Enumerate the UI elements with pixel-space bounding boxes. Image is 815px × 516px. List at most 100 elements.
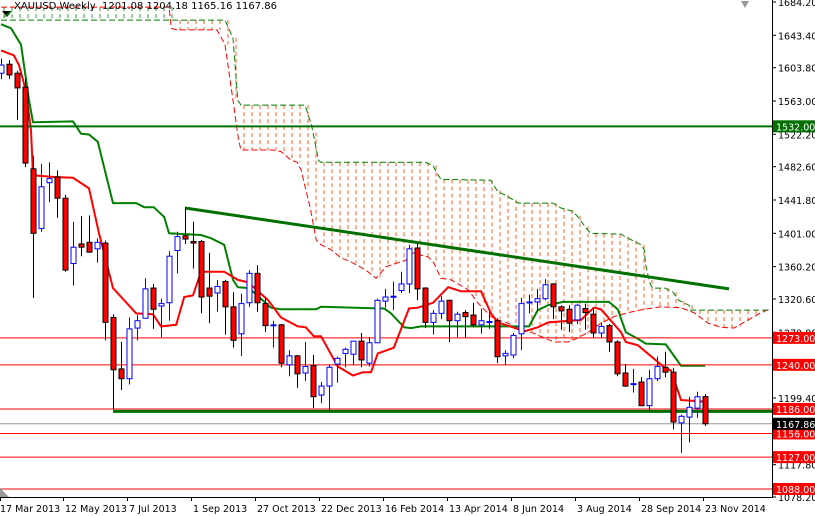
level-label: 1156.00 bbox=[776, 429, 815, 440]
candle-body bbox=[646, 378, 653, 407]
bear-candle bbox=[78, 216, 85, 257]
candle-body bbox=[398, 283, 405, 292]
price-chart[interactable]: 1684.201643.401603.801563.001522.201482.… bbox=[0, 0, 815, 516]
candle-body bbox=[30, 168, 37, 234]
candle-body bbox=[318, 385, 325, 396]
candle-body bbox=[558, 306, 565, 312]
candle-body bbox=[502, 352, 509, 357]
candle-body bbox=[694, 396, 701, 409]
candle-body bbox=[374, 299, 381, 344]
candle-body bbox=[118, 368, 125, 380]
candles bbox=[0, 58, 709, 454]
price-tick-label: 1482.60 bbox=[778, 163, 815, 174]
candle-body bbox=[366, 342, 373, 364]
candle-body bbox=[406, 248, 413, 285]
candle-body bbox=[358, 340, 365, 361]
chart-menu-arrow-icon[interactable] bbox=[1, 3, 13, 22]
bear-candle bbox=[150, 283, 157, 329]
candle-body bbox=[454, 313, 461, 322]
bull-candle bbox=[438, 296, 445, 320]
bull-candle bbox=[454, 311, 461, 338]
candle-body bbox=[206, 287, 213, 297]
candle-body bbox=[662, 366, 669, 373]
candle-body bbox=[638, 381, 645, 407]
candle-body bbox=[606, 325, 613, 343]
candle-body bbox=[462, 312, 469, 318]
candle-body bbox=[94, 241, 101, 250]
level-label: 1186.00 bbox=[776, 405, 815, 416]
candle-body bbox=[494, 320, 501, 358]
candle-body bbox=[326, 366, 333, 387]
candle-body bbox=[278, 324, 285, 364]
candle-body bbox=[310, 365, 317, 398]
candle-body bbox=[446, 299, 453, 322]
candle-body bbox=[614, 341, 621, 375]
bull-candle bbox=[134, 315, 141, 341]
bear-candle bbox=[638, 377, 645, 407]
candle-body bbox=[270, 324, 277, 327]
candle-body bbox=[622, 372, 629, 387]
candle-body bbox=[46, 178, 53, 184]
candle-body bbox=[222, 281, 229, 308]
bull-candle bbox=[686, 396, 693, 443]
candle-body bbox=[190, 240, 197, 244]
bull-candle bbox=[526, 294, 533, 314]
candle-body bbox=[670, 371, 677, 423]
bear-candle bbox=[198, 239, 205, 314]
candle-body bbox=[550, 283, 557, 308]
candle-body bbox=[182, 235, 189, 240]
bull-candle bbox=[126, 317, 133, 385]
candle-body bbox=[702, 396, 709, 425]
candle-body bbox=[62, 197, 69, 271]
bull-candle bbox=[374, 298, 381, 344]
bull-candle bbox=[214, 279, 221, 312]
time-tick-label: 27 Oct 2013 bbox=[257, 504, 316, 515]
candle-body bbox=[78, 243, 85, 248]
bear-candle bbox=[30, 155, 37, 298]
price-tick-label: 1684.20 bbox=[778, 0, 815, 9]
candle-body bbox=[350, 340, 357, 355]
time-tick-label: 7 Jul 2013 bbox=[129, 504, 177, 515]
candle-body bbox=[294, 355, 301, 375]
bear-candle bbox=[494, 318, 501, 364]
bear-candle bbox=[550, 283, 557, 320]
bull-candle bbox=[542, 279, 549, 301]
bull-candle bbox=[174, 231, 181, 274]
bull-candle bbox=[334, 356, 341, 383]
bull-candle bbox=[46, 162, 53, 203]
bear-candle bbox=[414, 243, 421, 301]
bull-candle bbox=[286, 350, 293, 377]
candle-body bbox=[422, 287, 429, 323]
bull-candle bbox=[382, 288, 389, 308]
bear-candle bbox=[6, 60, 13, 79]
candle-body bbox=[686, 406, 693, 418]
bear-candle bbox=[230, 292, 237, 348]
candle-body bbox=[38, 186, 45, 229]
senkou-span-b-line bbox=[1, 19, 769, 311]
bull-candle bbox=[694, 391, 701, 418]
bull-candle bbox=[430, 310, 437, 335]
bear-candle bbox=[206, 252, 213, 324]
candle-body bbox=[574, 304, 581, 321]
trendline[interactable] bbox=[184, 206, 730, 291]
price-tick-label: 1643.40 bbox=[778, 31, 815, 42]
bear-candle bbox=[670, 368, 677, 430]
time-tick-label: 16 Feb 2014 bbox=[385, 504, 444, 515]
time-tick-label: 22 Dec 2013 bbox=[321, 504, 382, 515]
bear-candle bbox=[110, 314, 117, 409]
candle-body bbox=[486, 321, 493, 324]
chart-shift-marker-icon[interactable] bbox=[741, 1, 749, 8]
bear-candle bbox=[14, 70, 21, 120]
time-tick-label: 8 Jun 2014 bbox=[513, 504, 564, 515]
candle-body bbox=[238, 303, 245, 335]
candle-body bbox=[470, 314, 477, 326]
ohlc-readout: 1201.08 1204.18 1165.16 1167.86 bbox=[102, 1, 277, 12]
time-tick-label: 17 Mar 2013 bbox=[0, 504, 60, 515]
bear-candle bbox=[310, 355, 317, 409]
candle-body bbox=[654, 365, 661, 380]
time-tick-label: 12 May 2013 bbox=[65, 504, 127, 515]
level-label: 1240.00 bbox=[776, 361, 815, 372]
bear-candle bbox=[702, 394, 709, 426]
level-label: 1088.00 bbox=[776, 485, 815, 496]
bull-candle bbox=[326, 364, 333, 413]
